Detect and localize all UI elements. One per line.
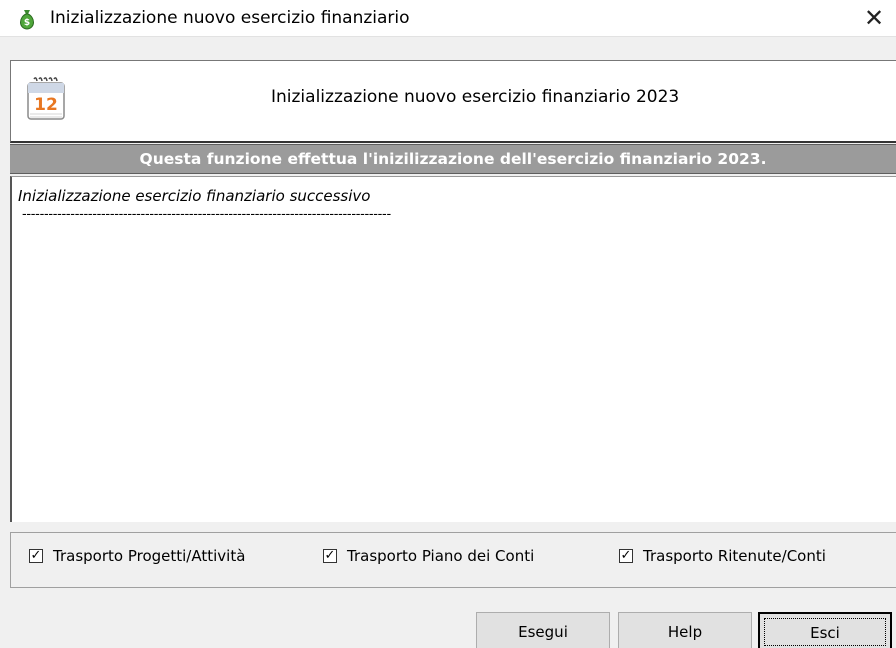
window-title: Inizializzazione nuovo esercizio finanzi… bbox=[50, 8, 410, 28]
run-button[interactable]: Esegui bbox=[476, 612, 610, 648]
exit-button[interactable]: Esci bbox=[758, 612, 892, 648]
close-button[interactable]: ✕ bbox=[852, 0, 896, 36]
calendar-day: 12 bbox=[34, 95, 58, 115]
focus-rect bbox=[764, 618, 886, 646]
checkbox-progetti[interactable]: ✓ bbox=[29, 549, 43, 563]
calendar-icon: 12 bbox=[27, 77, 65, 120]
log-separator: ----------------------------------------… bbox=[22, 207, 391, 222]
help-button[interactable]: Help bbox=[618, 612, 752, 648]
svg-text:$: $ bbox=[24, 18, 30, 28]
option-label: Trasporto Piano dei Conti bbox=[347, 547, 535, 565]
checkbox-piano-conti[interactable]: ✓ bbox=[323, 549, 337, 563]
close-icon: ✕ bbox=[863, 4, 885, 32]
header-title: Inizializzazione nuovo esercizio finanzi… bbox=[271, 87, 680, 107]
log-area[interactable]: Inizializzazione esercizio finanziario s… bbox=[10, 176, 896, 522]
info-band: Questa funzione effettua l'inizilizzazio… bbox=[10, 144, 896, 174]
header-panel: 12 Inizializzazione nuovo esercizio fina… bbox=[10, 60, 896, 143]
money-bag-icon: $ bbox=[20, 10, 34, 30]
checkbox-ritenute[interactable]: ✓ bbox=[619, 549, 633, 563]
log-line: Inizializzazione esercizio finanziario s… bbox=[18, 187, 371, 205]
title-bar[interactable]: $ Inizializzazione nuovo esercizio finan… bbox=[0, 0, 896, 37]
dialog-window: $ Inizializzazione nuovo esercizio finan… bbox=[0, 0, 896, 648]
option-label: Trasporto Progetti/Attività bbox=[53, 547, 246, 565]
options-group: ✓ Trasporto Progetti/Attività ✓ Trasport… bbox=[10, 532, 896, 588]
option-label: Trasporto Ritenute/Conti bbox=[643, 547, 826, 565]
